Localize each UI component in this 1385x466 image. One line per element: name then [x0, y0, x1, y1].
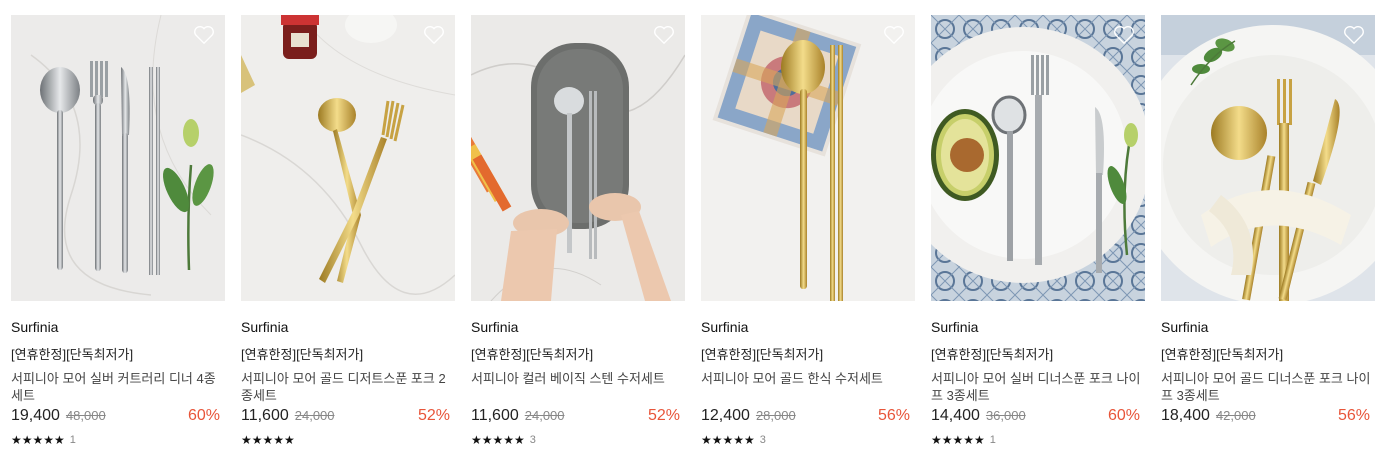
sale-price: 11,600 — [471, 407, 519, 424]
brand-name[interactable]: Surfinia — [241, 318, 455, 336]
promo-tag: [연휴한정][단독최저가] — [931, 347, 1054, 362]
sale-price: 14,400 — [931, 407, 980, 424]
star-icon: ★★★★★ — [471, 433, 525, 447]
product-image[interactable] — [1161, 15, 1375, 301]
rating: ★★★★★ — [241, 433, 455, 447]
discount-rate: 60% — [1107, 407, 1140, 424]
discount-rate: 60% — [187, 407, 220, 424]
review-count: 1 — [989, 434, 996, 446]
brand-name[interactable]: Surfinia — [931, 318, 1145, 336]
sale-price: 18,400 — [1161, 407, 1210, 424]
discount-rate: 52% — [647, 407, 680, 424]
price-row: 14,400 36,000 60% — [931, 405, 1145, 427]
rating: ★★★★★ 3 — [701, 433, 915, 447]
product-image[interactable] — [931, 15, 1145, 301]
brand-name[interactable]: Surfinia — [471, 318, 685, 336]
rating: ★★★★★ 3 — [471, 433, 685, 447]
review-count: 3 — [529, 434, 536, 446]
rating: ★★★★★ 1 — [931, 433, 1145, 447]
star-icon: ★★★★★ — [11, 433, 65, 447]
heart-outline-icon[interactable] — [193, 25, 215, 45]
promo-tag: [연휴한정][단독최저가] — [471, 347, 594, 362]
price-row: 19,400 48,000 60% — [11, 405, 225, 427]
product-image[interactable] — [241, 15, 455, 301]
product-title[interactable]: 서피니아 모어 실버 커트러리 디너 4종세트 — [11, 370, 225, 404]
promo-tag: [연휴한정][단독최저가] — [241, 347, 364, 362]
sale-price: 11,600 — [241, 407, 289, 424]
discount-rate: 52% — [417, 407, 450, 424]
review-count: 1 — [69, 434, 76, 446]
rating — [1161, 433, 1375, 447]
rating: ★★★★★ 1 — [11, 433, 225, 447]
product-card[interactable]: Surfinia [연휴한정][단독최저가] 서피니아 모어 골드 한식 수저세… — [701, 15, 915, 447]
product-card[interactable]: Surfinia [연휴한정][단독최저가] 서피니아 모어 골드 디저트스푼 … — [241, 15, 455, 447]
brand-name[interactable]: Surfinia — [1161, 318, 1375, 336]
sale-price: 12,400 — [701, 407, 750, 424]
promo-tag: [연휴한정][단독최저가] — [701, 347, 824, 362]
product-card[interactable]: Surfinia [연휴한정][단독최저가] 서피니아 모어 실버 디너스푼 포… — [931, 15, 1145, 447]
product-card[interactable]: Surfinia [연휴한정][단독최저가] 서피니아 모어 실버 커트러리 디… — [11, 15, 225, 447]
product-title[interactable]: 서피니아 모어 골드 한식 수저세트 — [701, 370, 915, 404]
original-price: 36,000 — [985, 408, 1026, 423]
product-grid: Surfinia [연휴한정][단독최저가] 서피니아 모어 실버 커트러리 디… — [11, 15, 1375, 447]
original-price: 48,000 — [65, 408, 106, 423]
product-image[interactable] — [471, 15, 685, 301]
original-price: 28,000 — [755, 408, 796, 423]
product-title[interactable]: 서피니아 모어 실버 디너스푼 포크 나이프 3종세트 — [931, 370, 1145, 404]
star-icon: ★★★★★ — [931, 433, 985, 447]
brand-name[interactable]: Surfinia — [11, 318, 225, 336]
promo-tag: [연휴한정][단독최저가] — [1161, 347, 1284, 362]
heart-outline-icon[interactable] — [653, 25, 675, 45]
product-image[interactable] — [701, 15, 915, 301]
heart-outline-icon[interactable] — [423, 25, 445, 45]
product-card[interactable]: Surfinia [연휴한정][단독최저가] 서피니아 컬러 베이직 스텐 수저… — [471, 15, 685, 447]
product-card[interactable]: Surfinia [연휴한정][단독최저가] 서피니아 모어 골드 디너스푼 포… — [1161, 15, 1375, 447]
price-row: 11,600 24,000 52% — [241, 405, 455, 427]
sale-price: 19,400 — [11, 407, 60, 424]
original-price: 24,000 — [294, 408, 335, 423]
product-title[interactable]: 서피니아 모어 골드 디저트스푼 포크 2종세트 — [241, 370, 455, 404]
discount-rate: 56% — [1337, 407, 1370, 424]
original-price: 42,000 — [1215, 408, 1256, 423]
review-count: 3 — [759, 434, 766, 446]
product-image[interactable] — [11, 15, 225, 301]
price-row: 12,400 28,000 56% — [701, 405, 915, 427]
discount-rate: 56% — [877, 407, 910, 424]
heart-outline-icon[interactable] — [1343, 25, 1365, 45]
original-price: 24,000 — [524, 408, 565, 423]
star-icon: ★★★★★ — [701, 433, 755, 447]
product-title[interactable]: 서피니아 모어 골드 디너스푼 포크 나이프 3종세트 — [1161, 370, 1375, 404]
price-row: 11,600 24,000 52% — [471, 405, 685, 427]
product-title[interactable]: 서피니아 컬러 베이직 스텐 수저세트 — [471, 370, 685, 404]
price-row: 18,400 42,000 56% — [1161, 405, 1375, 427]
heart-outline-icon[interactable] — [883, 25, 905, 45]
brand-name[interactable]: Surfinia — [701, 318, 915, 336]
promo-tag: [연휴한정][단독최저가] — [11, 347, 134, 362]
star-icon: ★★★★★ — [241, 433, 295, 447]
heart-outline-icon[interactable] — [1113, 25, 1135, 45]
